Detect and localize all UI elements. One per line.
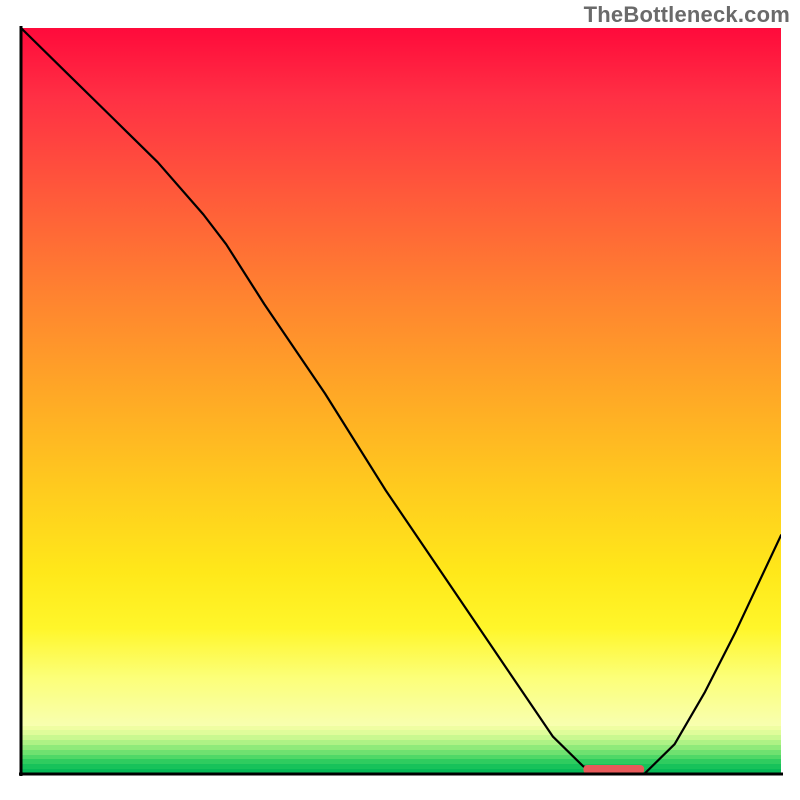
optimal-marker <box>583 765 644 774</box>
watermark-text: TheBottleneck.com <box>584 2 790 28</box>
chart-frame: TheBottleneck.com <box>0 0 800 800</box>
bottleneck-curve <box>21 28 781 774</box>
chart-svg-overlay <box>21 28 781 774</box>
plot-area <box>21 28 781 774</box>
